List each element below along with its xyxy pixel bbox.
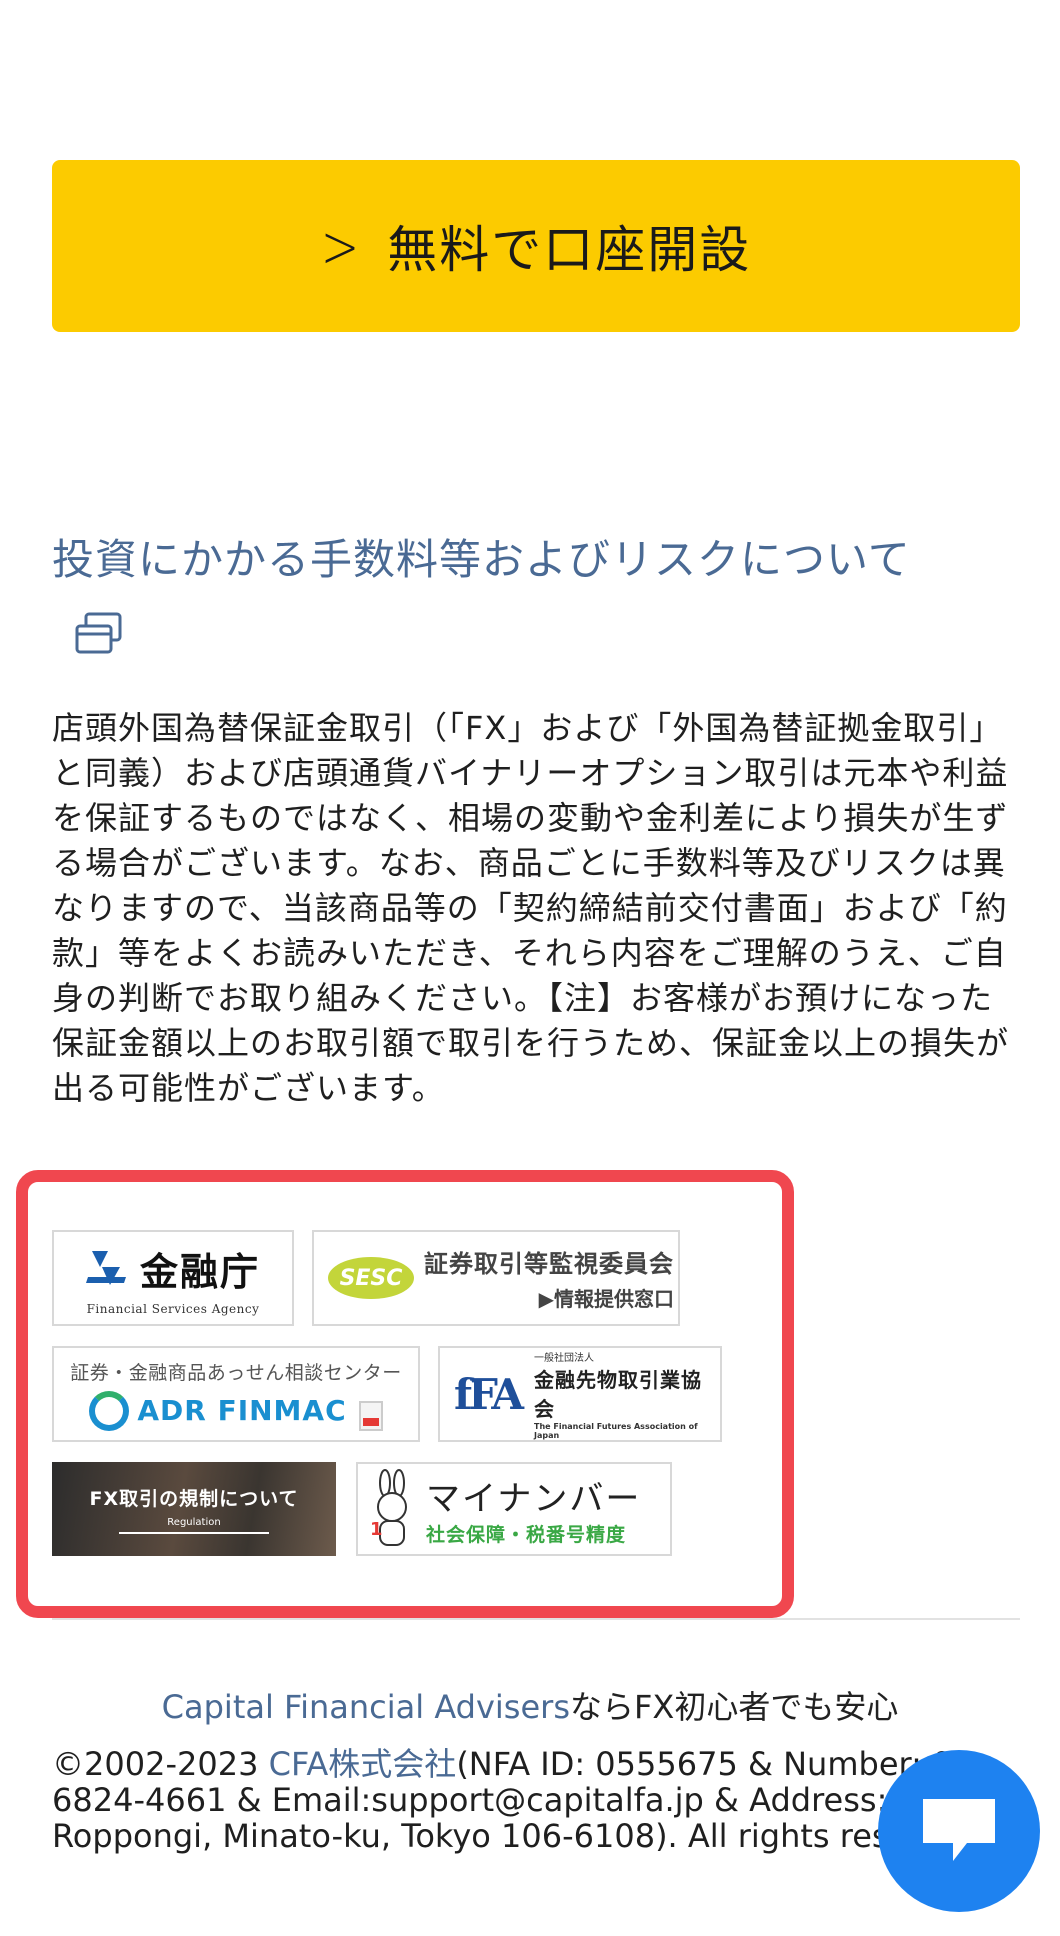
pdf-icon [358, 1400, 383, 1431]
adr-top-label: 証券・金融商品あっせん相談センター [70, 1361, 402, 1384]
open-account-button[interactable]: > 無料で口座開設 [52, 160, 1020, 332]
mynumber-mascot-icon: 1 [370, 1469, 407, 1546]
fsa-subtitle: Financial Services Agency [86, 1301, 260, 1316]
new-window-icon[interactable] [74, 612, 124, 656]
ffaj-banner[interactable]: fFA 一般社団法人 金融先物取引業協会 The Financial Futur… [438, 1346, 722, 1442]
adr-logo-icon [89, 1390, 130, 1431]
svg-text:1: 1 [370, 1519, 383, 1540]
fsa-banner[interactable]: 金融庁 Financial Services Agency [52, 1230, 294, 1326]
mynumber-subtitle: 社会保障・税番号精度 [426, 1524, 627, 1546]
fx-regulation-title: FX取引の規制について [89, 1488, 299, 1510]
tagline-text: ならFX初心者でも安心 [569, 1688, 899, 1726]
adr-name: ADR FINMAC [137, 1394, 347, 1427]
chevron-right-icon: > [320, 210, 362, 282]
fx-regulation-banner[interactable]: FX取引の規制について Regulation [52, 1462, 336, 1556]
ffaj-english: The Financial Futures Association of Jap… [534, 1421, 698, 1440]
copyright-text: ©2002-2023 CFA株式会社(NFA ID: 0555675 & Num… [52, 1746, 1020, 1854]
sesc-banner[interactable]: SESC 証券取引等監視委員会 ▶情報提供窓口 [312, 1230, 680, 1326]
chat-button[interactable] [878, 1750, 1040, 1912]
copyright-prefix: ©2002-2023 [52, 1745, 269, 1783]
risk-disclosure-text: 店頭外国為替保証金取引（「FX」および「外国為替証拠金取引」と同義）および店頭通… [52, 709, 1010, 1107]
open-account-label: 無料で口座開設 [387, 221, 752, 279]
adr-finmac-banner[interactable]: 証券・金融商品あっせん相談センター ADR FINMAC [52, 1346, 420, 1442]
sesc-title: 証券取引等監視委員会 [424, 1250, 674, 1278]
fsa-title: 金融庁 [139, 1249, 260, 1294]
sesc-logo: SESC [328, 1257, 414, 1299]
sesc-subtitle: ▶情報提供窓口 [538, 1287, 674, 1311]
mynumber-title: マイナンバー [426, 1479, 642, 1519]
fx-regulation-underline [119, 1532, 269, 1534]
mynumber-banner[interactable]: 1 マイナンバー 社会保障・税番号精度 [356, 1462, 672, 1556]
company-link[interactable]: CFA株式会社 [269, 1745, 457, 1783]
fx-regulation-subtitle: Regulation [167, 1517, 221, 1528]
ffaj-small-label: 一般社団法人 [534, 1352, 595, 1364]
ffaj-logo: fFA [454, 1369, 524, 1419]
chat-bubble-icon [923, 1799, 995, 1861]
ffaj-title: 金融先物取引業協会 [534, 1367, 703, 1421]
footer-tagline: Capital Financial AdvisersならFX初心者でも安心 [0, 1682, 1060, 1728]
footer-divider [52, 1618, 1020, 1620]
risk-disclosure-link[interactable]: 投資にかかる手数料等およびリスクについて [52, 530, 1012, 590]
cfa-site-link[interactable]: Capital Financial Advisers [162, 1688, 570, 1726]
fsa-logo-icon [85, 1251, 126, 1285]
